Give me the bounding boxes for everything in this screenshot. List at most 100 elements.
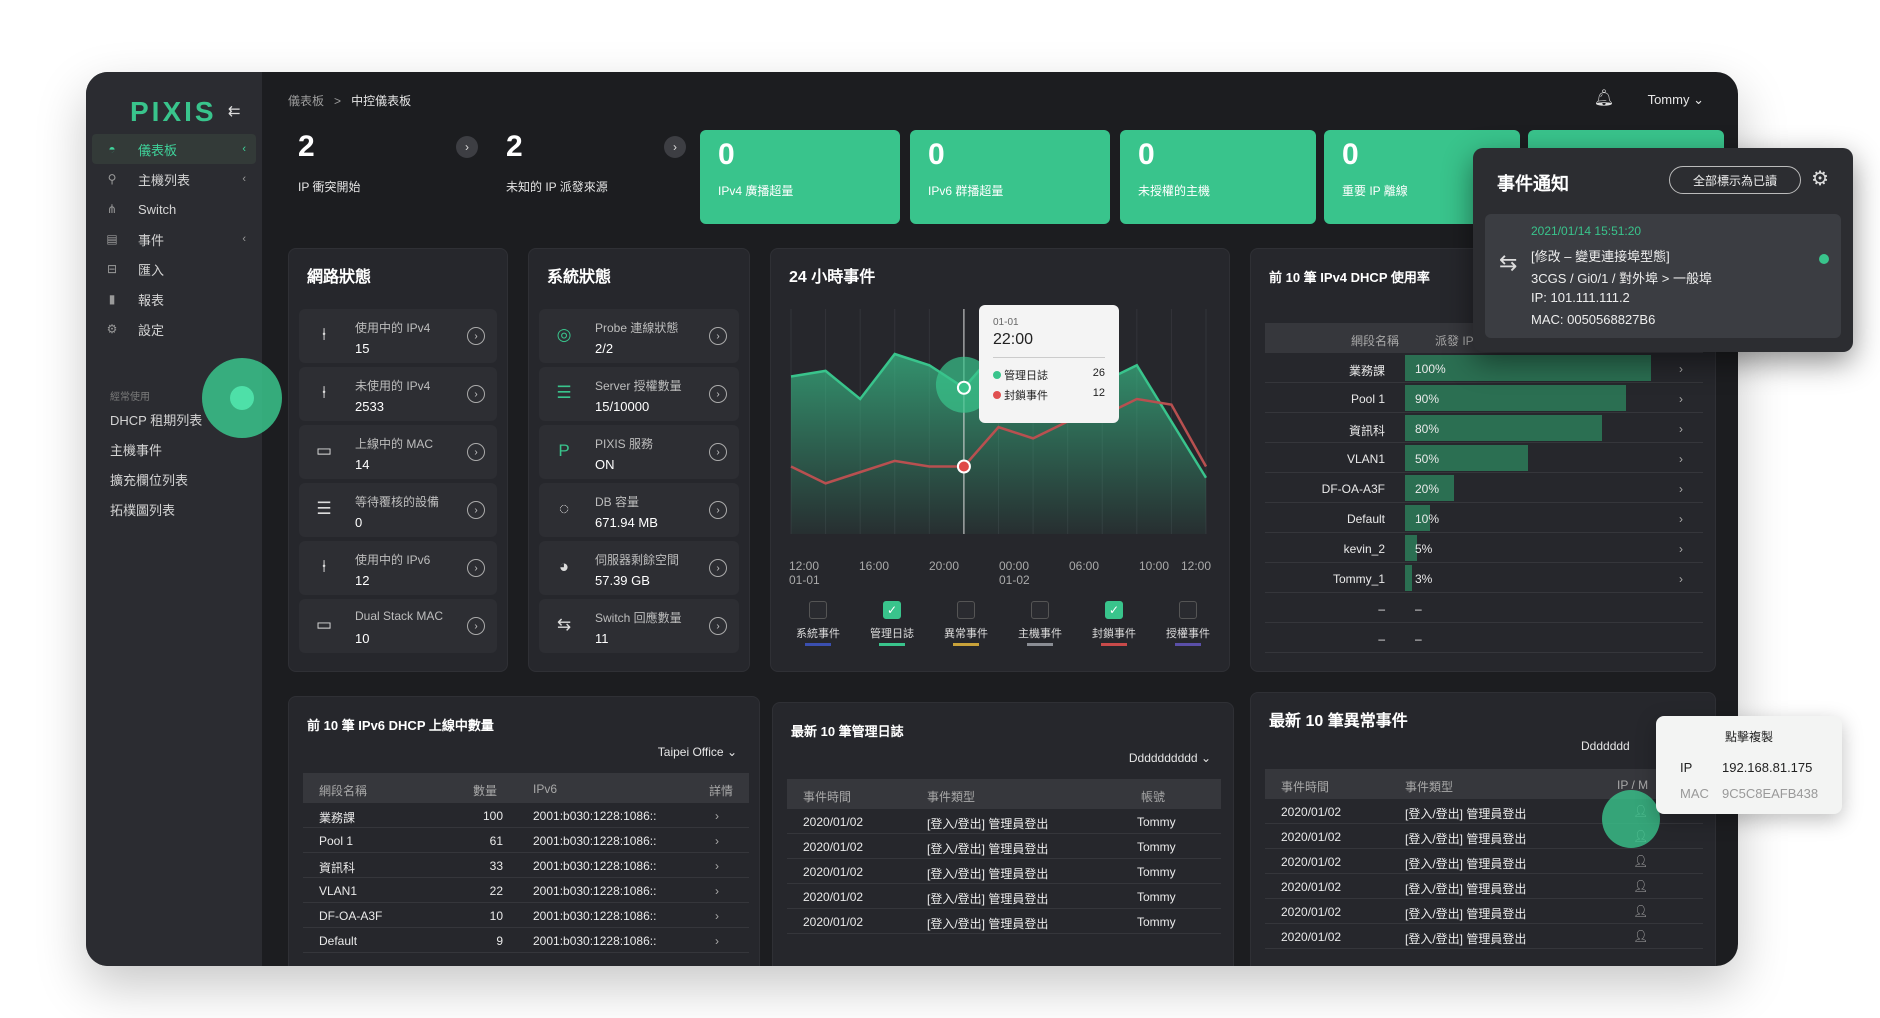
table-row[interactable]: 業務課 100 2001:b030:1228:1086:: › [303,803,749,828]
sidebar-item-events[interactable]: ▤ 事件 ‹ [92,224,256,254]
breadcrumb-parent[interactable]: 儀表板 [288,94,324,108]
user-icon[interactable]: 👤︎ [1633,904,1648,918]
location-dropdown[interactable]: Taipei Office ⌄ [658,745,737,759]
chevron-right-icon[interactable]: › [467,443,485,461]
sidebar-item-import[interactable]: ⊟ 匯入 [92,254,256,284]
chevron-right-icon[interactable]: › [1679,452,1683,466]
sidebar-item-switch[interactable]: ⋔ Switch [92,194,256,224]
chevron-right-icon[interactable]: › [1679,512,1683,526]
table-row[interactable]: 2020/01/02 [登入/登出] 管理員登出 👤︎ [1265,874,1703,899]
stat-ipv4-broadcast[interactable]: 0 IPv4 廣播超量 [700,130,900,224]
collapse-sidebar-icon[interactable]: ⇇ [228,102,246,120]
chevron-right-icon[interactable]: › [715,909,719,923]
status-row[interactable]: ⍿ 使用中的 IPv4 15 › [299,309,497,363]
table-row[interactable]: DF-OA-A3F 10 2001:b030:1228:1086:: › [303,903,749,928]
mark-all-read-button[interactable]: 全部標示為已讀 [1669,166,1801,194]
chevron-right-icon[interactable]: › [715,884,719,898]
sidebar-item-settings[interactable]: ⚙ 設定 [92,314,256,344]
table-row[interactable]: Pool 1 90% › [1265,383,1703,413]
legend-checkbox[interactable] [809,601,827,619]
chevron-right-icon[interactable]: › [1679,542,1683,556]
chevron-right-icon[interactable]: › [715,934,719,948]
chevron-right-icon[interactable]: › [1679,482,1683,496]
table-row[interactable]: 2020/01/02 [登入/登出] 管理員登出 Tommy [787,859,1221,884]
notification-item[interactable]: ⇆ 2021/01/14 15:51:20 [修改 – 變更連接埠型態] 3CG… [1485,214,1841,338]
chevron-right-icon[interactable]: › [709,617,727,635]
table-row[interactable]: 2020/01/02 [登入/登出] 管理員登出 Tommy [787,834,1221,859]
stat-ip-conflict[interactable]: 2 IP 衝突開始 › [288,122,478,216]
table-row[interactable]: 2020/01/02 [登入/登出] 管理員登出 Tommy [787,809,1221,834]
status-row[interactable]: ⍿ 使用中的 IPv6 12 › [299,541,497,595]
table-row[interactable]: VLAN1 22 2001:b030:1228:1086:: › [303,878,749,903]
sidebar-item-hosts[interactable]: ⚲ 主機列表 ‹ [92,164,256,194]
table-row[interactable]: Default 10% › [1265,503,1703,533]
copy-tooltip[interactable]: 點擊複製 IP 192.168.81.175 MAC 9C5C8EAFB438 [1656,716,1842,814]
status-row[interactable]: ⇆ Switch 回應數量 11 › [539,599,739,653]
status-row[interactable]: ⍿ 未使用的 IPv4 2533 › [299,367,497,421]
chevron-right-icon[interactable]: › [709,385,727,403]
status-row[interactable]: ▭ Dual Stack MAC 10 › [299,599,497,653]
table-row[interactable]: 業務課 100% › [1265,353,1703,383]
status-row[interactable]: ▭ 上線中的 MAC 14 › [299,425,497,479]
table-row[interactable]: 2020/01/02 [登入/登出] 管理員登出 Tommy [787,909,1221,934]
chevron-right-icon[interactable]: › [467,385,485,403]
chevron-right-icon[interactable]: › [456,136,478,158]
copy-hover-indicator[interactable] [1602,790,1660,848]
chevron-right-icon[interactable]: › [1679,392,1683,406]
filter-dropdown[interactable]: Dddddddddd ⌄ [1129,751,1211,765]
table-row[interactable]: DF-OA-A3F 20% › [1265,473,1703,503]
table-row[interactable]: 2020/01/02 [登入/登出] 管理員登出 👤︎ [1265,899,1703,924]
chevron-right-icon[interactable]: › [709,559,727,577]
chevron-right-icon[interactable]: › [467,501,485,519]
chevron-right-icon[interactable]: › [1679,422,1683,436]
status-row[interactable]: ◕ 伺服器剩餘空間 57.39 GB › [539,541,739,595]
table-row[interactable]: Pool 1 61 2001:b030:1228:1086:: › [303,828,749,853]
table-row[interactable]: Tommy_1 3% › [1265,563,1703,593]
table-row[interactable]: 2020/01/02 [登入/登出] 管理員登出 Tommy [787,884,1221,909]
legend-checkbox[interactable]: ✓ [1105,601,1123,619]
user-icon[interactable]: 👤︎ [1633,854,1648,868]
chevron-right-icon[interactable]: › [467,617,485,635]
chevron-right-icon[interactable]: › [664,136,686,158]
quick-link-host-events[interactable]: 主機事件 [110,440,162,459]
sidebar-item-dashboard[interactable]: ◓ 儀表板 ‹ [92,134,256,164]
stat-unknown-ip-source[interactable]: 2 未知的 IP 派發來源 › [496,122,686,216]
user-icon[interactable]: 👤︎ [1633,929,1648,943]
legend-checkbox[interactable]: ✓ [883,601,901,619]
chevron-right-icon[interactable]: › [1679,362,1683,376]
quick-link-extension-fields[interactable]: 擴充欄位列表 [110,470,188,489]
user-icon[interactable]: 👤︎ [1633,879,1648,893]
stat-unauthorized-host[interactable]: 0 未授權的主機 [1120,130,1316,224]
status-row[interactable]: P PIXIS 服務 ON › [539,425,739,479]
status-row[interactable]: ☰ 等待覆核的設備 0 › [299,483,497,537]
chevron-right-icon[interactable]: › [467,559,485,577]
chevron-right-icon[interactable]: › [715,809,719,823]
bell-icon[interactable]: 🔔︎ [1594,88,1614,108]
status-row[interactable]: ◌ DB 容量 671.94 MB › [539,483,739,537]
legend-checkbox[interactable] [957,601,975,619]
chevron-right-icon[interactable]: › [709,443,727,461]
legend-checkbox[interactable] [1031,601,1049,619]
user-menu[interactable]: Tommy ⌄ [1648,92,1704,108]
table-row[interactable]: – – [1265,593,1703,623]
sidebar-item-reports[interactable]: ▮ 報表 [92,284,256,314]
table-row[interactable]: 2020/01/02 [登入/登出] 管理員登出 👤︎ [1265,924,1703,949]
table-row[interactable]: 資訊科 80% › [1265,413,1703,443]
table-row[interactable]: Default 9 2001:b030:1228:1086:: › [303,928,749,953]
table-row[interactable]: kevin_2 5% › [1265,533,1703,563]
table-row[interactable]: – – [1265,623,1703,653]
table-row[interactable]: 2020/01/02 [登入/登出] 管理員登出 👤︎ [1265,849,1703,874]
chevron-right-icon[interactable]: › [709,327,727,345]
quick-link-topology[interactable]: 拓樸圖列表 [110,500,175,519]
chevron-right-icon[interactable]: › [1679,572,1683,586]
chevron-right-icon[interactable]: › [715,834,719,848]
chevron-right-icon[interactable]: › [715,859,719,873]
status-row[interactable]: ◎ Probe 連線狀態 2/2 › [539,309,739,363]
table-row[interactable]: 資訊科 33 2001:b030:1228:1086:: › [303,853,749,878]
chevron-right-icon[interactable]: › [467,327,485,345]
table-row[interactable]: VLAN1 50% › [1265,443,1703,473]
gear-icon[interactable]: ⚙ [1811,166,1829,191]
chevron-right-icon[interactable]: › [709,501,727,519]
quick-link-dhcp-lease[interactable]: DHCP 租期列表 [110,410,202,429]
filter-dropdown[interactable]: Ddddddd [1581,739,1630,753]
